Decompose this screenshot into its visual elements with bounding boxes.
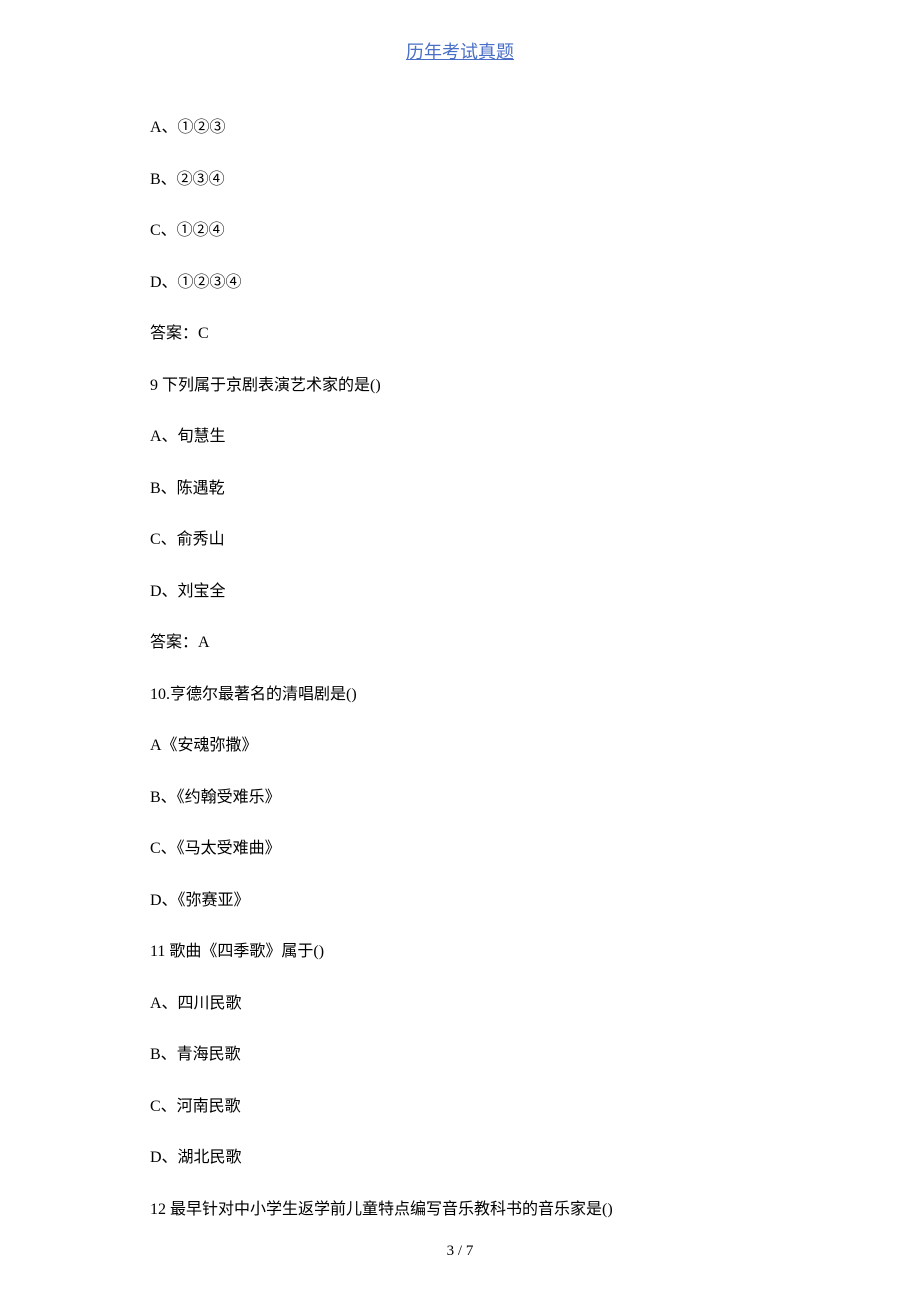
text-line: A《安魂弥撒》 [150,734,790,758]
text-line: A、旬慧生 [150,425,790,449]
text-line: 9 下列属于京剧表演艺术家的是() [150,374,790,398]
text-line: C、①②④ [150,219,790,243]
text-line: 答案：A [150,631,790,655]
text-line: C、俞秀山 [150,528,790,552]
text-line: 12 最早针对中小学生返学前儿童特点编写音乐教科书的音乐家是() [150,1198,790,1222]
text-line: A、①②③ [150,116,790,140]
header-title: 历年考试真题 [406,42,514,62]
text-line: D、《弥赛亚》 [150,889,790,913]
text-line: 10.亨德尔最著名的清唱剧是() [150,683,790,707]
text-line: B、《约翰受难乐》 [150,786,790,810]
page-footer: 3 / 7 [0,1243,920,1260]
page-header: 历年考试真题 [0,38,920,64]
text-line: D、刘宝全 [150,580,790,604]
text-line: B、青海民歌 [150,1043,790,1067]
text-line: B、②③④ [150,168,790,192]
text-line: D、湖北民歌 [150,1146,790,1170]
page-number: 3 / 7 [447,1243,474,1259]
text-line: 答案：C [150,322,790,346]
text-line: 11 歌曲《四季歌》属于() [150,940,790,964]
text-line: D、①②③④ [150,271,790,295]
text-line: C、《马太受难曲》 [150,837,790,861]
text-line: A、四川民歌 [150,992,790,1016]
document-content: A、①②③ B、②③④ C、①②④ D、①②③④ 答案：C 9 下列属于京剧表演… [150,116,790,1249]
text-line: C、河南民歌 [150,1095,790,1119]
text-line: B、陈遇乾 [150,477,790,501]
